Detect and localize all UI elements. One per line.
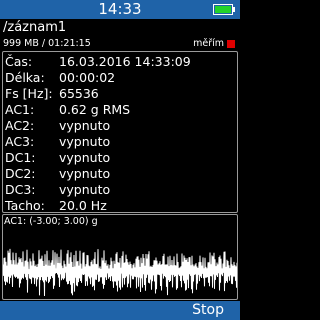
recording-status: měřím (193, 38, 224, 49)
info-value: vypnuto (59, 118, 111, 133)
info-key: Fs [Hz]: (5, 86, 53, 101)
info-value: 20.0 Hz (59, 198, 107, 213)
battery-tip (233, 7, 235, 12)
ac1-waveform (3, 248, 237, 297)
memory-and-duration: 999 MB / 01:21:15 (3, 38, 91, 49)
info-key: Délka: (5, 70, 45, 85)
battery-icon (213, 4, 233, 15)
info-key: Čas: (5, 54, 33, 69)
info-value: vypnuto (59, 134, 111, 149)
info-value: vypnuto (59, 150, 111, 165)
info-value: 0.62 g RMS (59, 102, 131, 117)
info-value: vypnuto (59, 182, 111, 197)
info-key: AC3: (5, 134, 35, 149)
recording-path: /záznam1 (3, 20, 67, 35)
chart-label: AC1: (-3.00; 3.00) g (4, 216, 98, 227)
clock: 14:33 (98, 0, 142, 18)
info-value: 00:00:02 (59, 70, 116, 85)
recording-indicator-icon (227, 40, 235, 48)
info-key: DC1: (5, 150, 36, 165)
info-value: 16.03.2016 14:33:09 (59, 54, 191, 69)
signal-chart (3, 248, 237, 297)
info-key: AC2: (5, 118, 35, 133)
info-value: vypnuto (59, 166, 111, 181)
info-key: AC1: (5, 102, 35, 117)
info-key: DC2: (5, 166, 36, 181)
info-key: Tacho: (5, 198, 45, 213)
stop-button[interactable]: Stop (192, 301, 224, 320)
info-key: DC3: (5, 182, 36, 197)
info-value: 65536 (59, 86, 99, 101)
